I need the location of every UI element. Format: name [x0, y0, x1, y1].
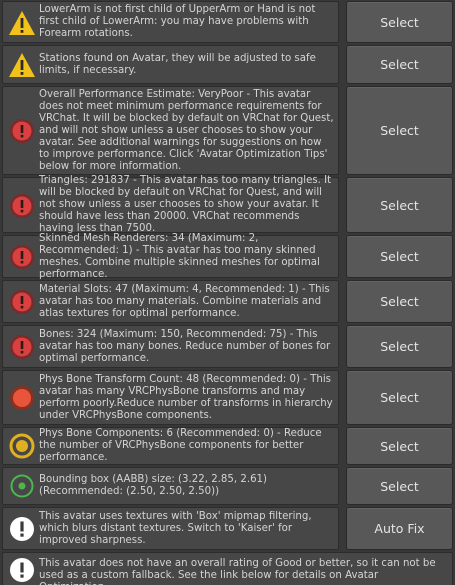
bounds-good-icon — [8, 472, 36, 500]
message-box: Phys Bone Components: 6 (Recommended: 0)… — [2, 427, 339, 465]
select-button[interactable]: Select — [346, 86, 453, 175]
message-box: This avatar uses textures with 'Box' mip… — [2, 507, 339, 550]
validation-row: Phys Bone Components: 6 (Recommended: 0)… — [0, 427, 455, 465]
message-text: Skinned Mesh Renderers: 34 (Maximum: 2, … — [39, 232, 320, 280]
message-text: This avatar uses textures with 'Box' mip… — [39, 510, 312, 546]
validation-row: Material Slots: 47 (Maximum: 4, Recommen… — [0, 280, 455, 323]
select-button[interactable]: Select — [346, 427, 453, 465]
message-text: Triangles: 291837 - This avatar has too … — [39, 175, 332, 234]
error-icon — [8, 288, 36, 316]
message-text: Material Slots: 47 (Maximum: 4, Recommen… — [39, 283, 330, 319]
validation-row: This avatar does not have an overall rat… — [0, 552, 455, 585]
validation-row: LowerArm is not first child of UpperArm … — [0, 1, 455, 43]
validation-row: Bones: 324 (Maximum: 150, Recommended: 7… — [0, 325, 455, 368]
select-button[interactable]: Select — [346, 325, 453, 368]
message-box: Material Slots: 47 (Maximum: 4, Recommen… — [2, 280, 339, 323]
info-icon — [8, 556, 36, 584]
physbone-error-icon — [8, 384, 36, 412]
validation-row: Overall Performance Estimate: VeryPoor -… — [0, 86, 455, 175]
warning-icon — [8, 51, 36, 79]
error-icon — [8, 117, 36, 145]
select-button[interactable]: Select — [346, 235, 453, 278]
validation-row: Stations found on Avatar, they will be a… — [0, 45, 455, 84]
validation-row: Triangles: 291837 - This avatar has too … — [0, 175, 455, 234]
info-icon — [8, 515, 36, 543]
select-button[interactable]: Select — [346, 370, 453, 425]
physbone-medium-icon — [8, 432, 36, 460]
message-box: Skinned Mesh Renderers: 34 (Maximum: 2, … — [2, 232, 339, 280]
select-button[interactable]: Select — [346, 177, 453, 233]
auto-fix-button[interactable]: Auto Fix — [346, 507, 453, 550]
message-text: LowerArm is not first child of UpperArm … — [39, 4, 316, 39]
error-icon — [8, 192, 36, 220]
message-text: Bounding box (AABB) size: (3.22, 2.85, 2… — [39, 474, 268, 497]
message-text: Overall Performance Estimate: VeryPoor -… — [39, 88, 334, 172]
select-button[interactable]: Select — [346, 1, 453, 43]
message-box: Phys Bone Transform Count: 48 (Recommend… — [2, 370, 339, 425]
validation-row: Phys Bone Transform Count: 48 (Recommend… — [0, 370, 455, 425]
message-box: Overall Performance Estimate: VeryPoor -… — [2, 86, 339, 175]
select-button[interactable]: Select — [346, 45, 453, 84]
select-button[interactable]: Select — [346, 280, 453, 323]
validation-row: Bounding box (AABB) size: (3.22, 2.85, 2… — [0, 467, 455, 505]
message-text: Phys Bone Transform Count: 48 (Recommend… — [39, 373, 333, 421]
message-box: Triangles: 291837 - This avatar has too … — [2, 175, 339, 234]
message-box: Bounding box (AABB) size: (3.22, 2.85, 2… — [2, 467, 339, 505]
message-text: Phys Bone Components: 6 (Recommended: 0)… — [39, 428, 322, 463]
message-box: This avatar does not have an overall rat… — [2, 552, 453, 585]
message-box: Stations found on Avatar, they will be a… — [2, 45, 339, 84]
validation-row: This avatar uses textures with 'Box' mip… — [0, 507, 455, 550]
warning-icon — [8, 9, 36, 37]
message-box: LowerArm is not first child of UpperArm … — [2, 1, 339, 43]
select-button[interactable]: Select — [346, 467, 453, 505]
message-text: Stations found on Avatar, they will be a… — [39, 52, 316, 76]
message-text: Bones: 324 (Maximum: 150, Recommended: 7… — [39, 328, 331, 364]
error-icon — [8, 333, 36, 361]
error-icon — [8, 243, 36, 271]
message-box: Bones: 324 (Maximum: 150, Recommended: 7… — [2, 325, 339, 368]
validation-row: Skinned Mesh Renderers: 34 (Maximum: 2, … — [0, 232, 455, 280]
message-text: This avatar does not have an overall rat… — [39, 558, 436, 585]
